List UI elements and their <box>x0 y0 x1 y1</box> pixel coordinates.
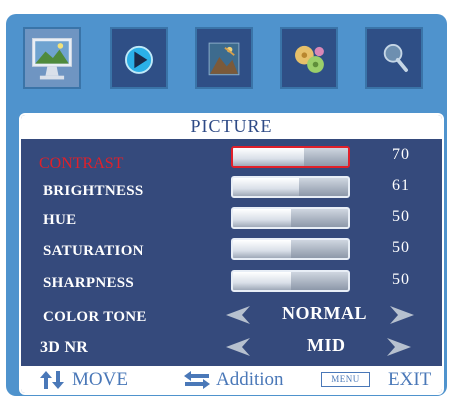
menu-title: PICTURE <box>190 116 273 136</box>
contrast-label[interactable]: CONTRAST <box>39 155 123 173</box>
color-tone-label[interactable]: COLOR TONE <box>43 309 147 326</box>
addition-hint: Addition <box>216 369 284 390</box>
brightness-slider-fill <box>233 178 299 196</box>
sharpness-label[interactable]: SHARPNESS <box>43 275 134 292</box>
contrast-slider[interactable] <box>231 146 350 168</box>
move-hint: MOVE <box>72 369 128 390</box>
slider-track-remainder <box>298 178 348 196</box>
brightness-value: 61 <box>392 177 410 194</box>
settings-tab-icon[interactable] <box>280 27 338 89</box>
saturation-value: 50 <box>392 239 410 256</box>
color-tone-right-arrow-icon[interactable] <box>388 304 418 326</box>
color-tone-left-arrow-icon[interactable] <box>222 304 252 326</box>
saturation-label[interactable]: SATURATION <box>43 243 144 260</box>
sharpness-value: 50 <box>392 271 410 288</box>
picture-tab-icon[interactable] <box>23 27 81 89</box>
saturation-slider-fill <box>233 240 291 258</box>
menu-title-bar: PICTURE <box>21 115 442 139</box>
saturation-slider[interactable] <box>231 238 350 260</box>
3d-nr-left-arrow-icon[interactable] <box>222 336 252 358</box>
sharpness-slider[interactable] <box>231 270 350 292</box>
3d-nr-label[interactable]: 3D NR <box>40 339 88 357</box>
hue-slider-fill <box>233 209 291 227</box>
search-tab-icon[interactable] <box>365 27 423 89</box>
color-tone-value: NORMAL <box>282 303 367 323</box>
slider-track-remainder <box>290 272 348 290</box>
hue-label[interactable]: HUE <box>43 212 76 229</box>
3d-nr-right-arrow-icon[interactable] <box>385 336 415 358</box>
menu-key-icon: MENU <box>321 372 370 387</box>
contrast-slider-fill <box>233 148 305 166</box>
hue-value: 50 <box>392 208 410 225</box>
slider-track-remainder <box>290 209 348 227</box>
sharpness-slider-fill <box>233 272 291 290</box>
hue-slider[interactable] <box>231 207 350 229</box>
photo-tab-icon[interactable] <box>195 27 253 89</box>
contrast-value: 70 <box>392 146 410 163</box>
left-right-arrows-icon <box>184 371 210 389</box>
play-tab-icon[interactable] <box>110 27 168 89</box>
slider-track-remainder <box>304 148 348 166</box>
brightness-slider[interactable] <box>231 176 350 198</box>
3d-nr-value: MID <box>307 335 346 355</box>
exit-hint: EXIT <box>388 369 432 390</box>
slider-track-remainder <box>290 240 348 258</box>
up-down-arrows-icon <box>40 371 64 389</box>
brightness-label[interactable]: BRIGHTNESS <box>43 183 144 200</box>
